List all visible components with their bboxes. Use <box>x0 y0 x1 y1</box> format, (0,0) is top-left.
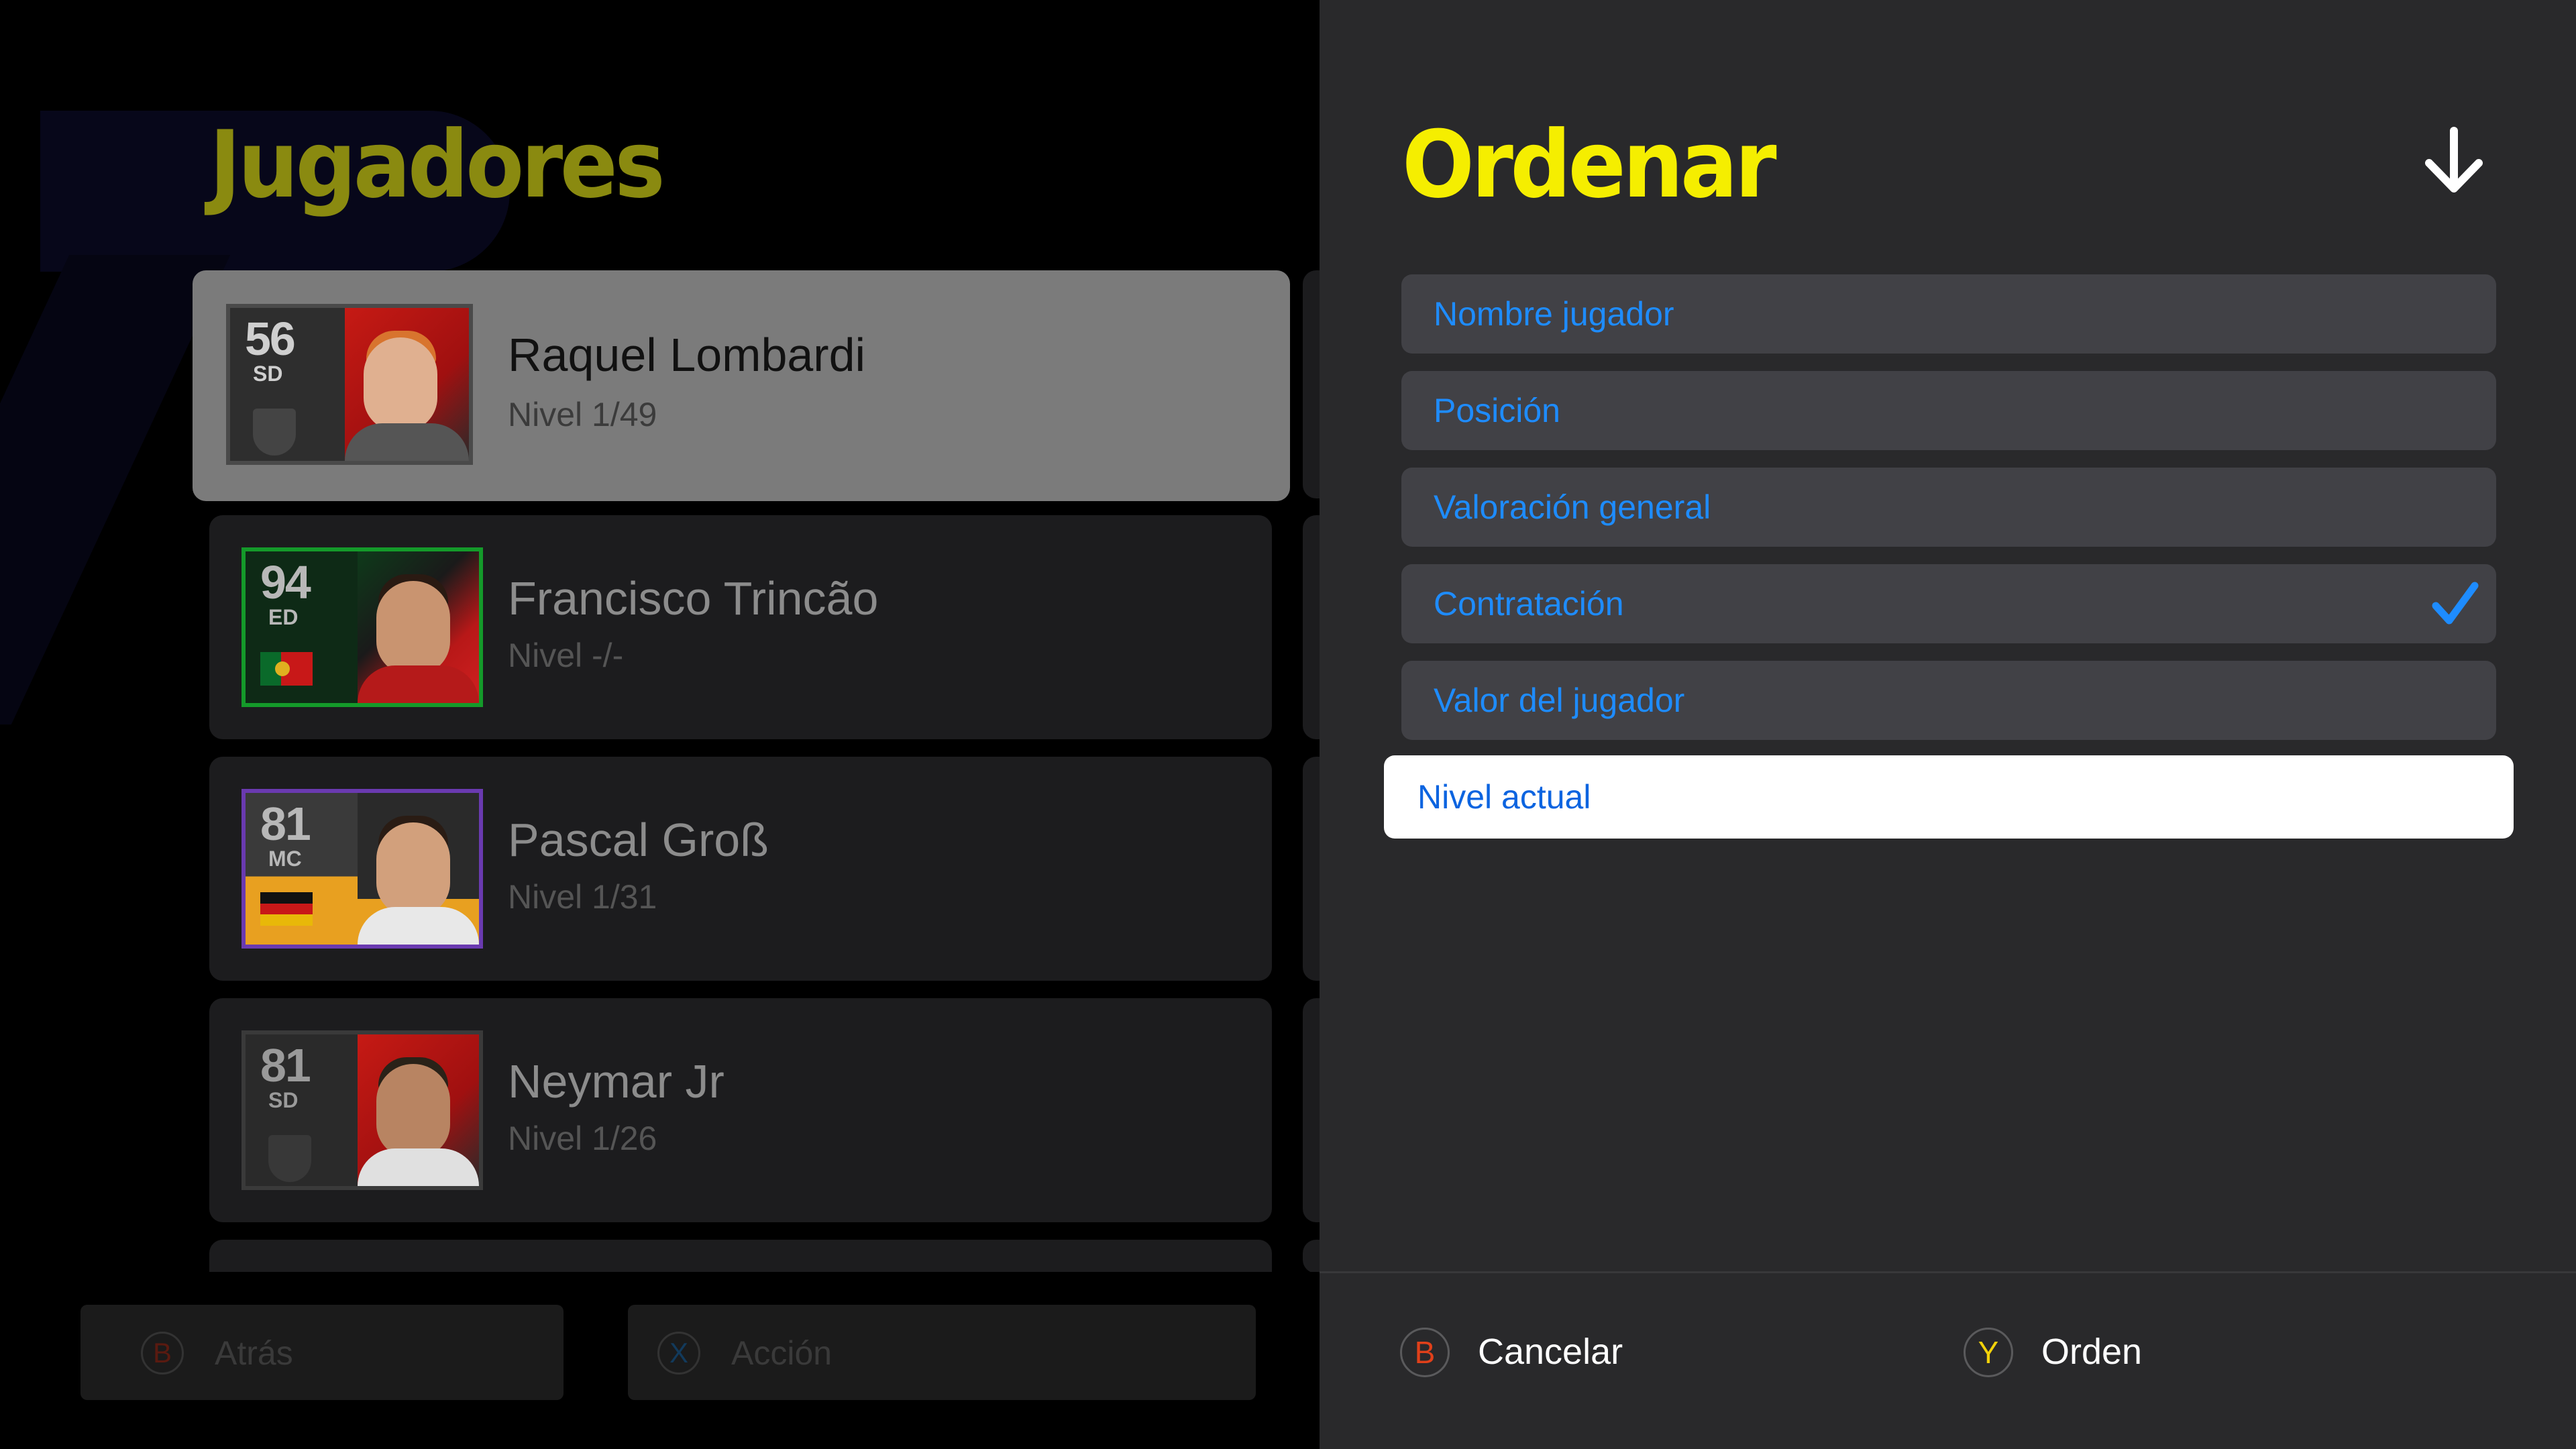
order-label: Orden <box>2041 1332 2143 1372</box>
cancel-button[interactable]: B Cancelar <box>1400 1325 1668 1379</box>
player-position: MC <box>268 847 302 871</box>
player-thumbnail: 94 ED <box>241 547 483 707</box>
sort-option-valoracion-general[interactable]: Valoración general <box>1401 468 2496 547</box>
player-position: SD <box>253 362 283 386</box>
side-card-peek <box>1303 998 1320 1222</box>
side-card-peek <box>1303 1240 1320 1273</box>
page-title: Jugadores <box>209 111 665 219</box>
sort-option-label: Posición <box>1434 392 1560 429</box>
sort-panel: Ordenar Nombre jugador Posición Valoraci… <box>1320 0 2576 1449</box>
side-card-peek <box>1303 515 1320 739</box>
player-card-pascal-gross[interactable]: 81 MC Pascal Groß Nivel 1/31 <box>209 757 1272 981</box>
sort-option-nivel-actual[interactable]: Nivel actual <box>1384 755 2514 839</box>
footer-divider <box>1320 1271 2576 1273</box>
player-rating: 94 <box>260 556 311 608</box>
player-name: Pascal Groß <box>508 814 769 866</box>
player-rating: 56 <box>245 313 296 365</box>
b-key-icon: B <box>141 1332 184 1375</box>
arrow-down-icon[interactable] <box>2417 124 2491 198</box>
sort-option-nombre-jugador[interactable]: Nombre jugador <box>1401 274 2496 354</box>
portugal-flag-icon <box>260 652 313 686</box>
b-key-icon: B <box>1400 1328 1450 1377</box>
side-card-peek <box>1303 757 1320 981</box>
player-thumbnail: 81 MC <box>241 789 483 949</box>
sort-option-valor-del-jugador[interactable]: Valor del jugador <box>1401 661 2496 740</box>
x-key-icon: X <box>657 1332 700 1375</box>
back-label: Atrás <box>215 1334 293 1372</box>
player-card-neymar-jr[interactable]: 81 SD Neymar Jr Nivel 1/26 <box>209 998 1272 1222</box>
sort-option-posicion[interactable]: Posición <box>1401 371 2496 450</box>
player-card-raquel-lombardi[interactable]: 56 SD Raquel Lombardi Nivel 1/49 <box>193 270 1290 501</box>
player-level: Nivel -/- <box>508 637 624 674</box>
panel-title: Ordenar <box>1402 111 1777 219</box>
player-thumbnail: 56 SD <box>226 304 473 465</box>
sort-option-label: Valor del jugador <box>1434 682 1685 719</box>
action-label: Acción <box>731 1334 833 1372</box>
checkmark-icon <box>2432 582 2479 625</box>
back-button[interactable]: B Atrás <box>80 1305 564 1400</box>
cancel-label: Cancelar <box>1478 1332 1623 1372</box>
sort-option-contratacion[interactable]: Contratación <box>1401 564 2496 643</box>
player-card-francisco-trincao[interactable]: 94 ED Francisco Trincão Nivel -/- <box>209 515 1272 739</box>
player-card-partial[interactable] <box>209 1240 1272 1273</box>
player-level: Nivel 1/26 <box>508 1120 657 1157</box>
player-name: Neymar Jr <box>508 1055 724 1108</box>
player-name: Francisco Trincão <box>508 572 879 625</box>
side-card-peek <box>1303 270 1320 498</box>
y-key-icon: Y <box>1964 1328 2013 1377</box>
player-rating: 81 <box>260 1039 311 1091</box>
player-position: ED <box>268 605 299 629</box>
sort-option-label: Nivel actual <box>1417 778 1591 816</box>
club-shield-icon <box>253 409 296 455</box>
player-thumbnail: 81 SD <box>241 1030 483 1190</box>
player-position: SD <box>268 1088 299 1112</box>
germany-flag-icon <box>260 892 313 926</box>
order-button[interactable]: Y Orden <box>1964 1325 2232 1379</box>
player-level: Nivel 1/31 <box>508 878 657 916</box>
sort-option-label: Valoración general <box>1434 488 1711 526</box>
player-rating: 81 <box>260 798 311 850</box>
action-button[interactable]: X Acción <box>628 1305 1256 1400</box>
sort-option-label: Contratación <box>1434 585 1624 623</box>
club-shield-icon <box>268 1135 311 1182</box>
player-level: Nivel 1/49 <box>508 396 657 433</box>
players-screen: Jugadores 56 SD Raquel Lombardi Nivel 1/… <box>0 0 1320 1449</box>
player-name: Raquel Lombardi <box>508 329 866 381</box>
sort-option-label: Nombre jugador <box>1434 295 1674 333</box>
